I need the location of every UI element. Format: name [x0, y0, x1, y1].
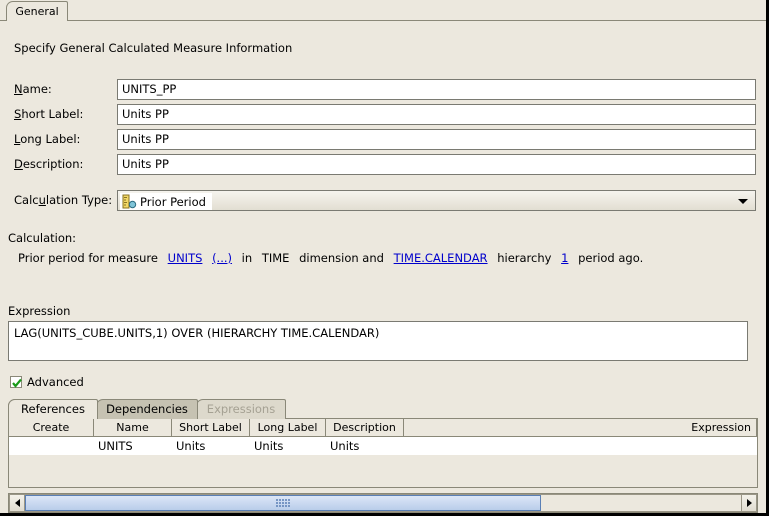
window-frame — [0, 0, 769, 516]
tab-references[interactable]: References — [8, 399, 98, 419]
calculated-measure-dialog: General Specify General Calculated Measu… — [0, 0, 769, 516]
tab-dependencies[interactable]: Dependencies — [96, 399, 198, 419]
tab-references-label: References — [21, 404, 85, 416]
tab-dependencies-label: Dependencies — [106, 404, 188, 416]
tab-expressions-label: Expressions — [207, 404, 275, 416]
tab-expressions: Expressions — [196, 399, 286, 419]
